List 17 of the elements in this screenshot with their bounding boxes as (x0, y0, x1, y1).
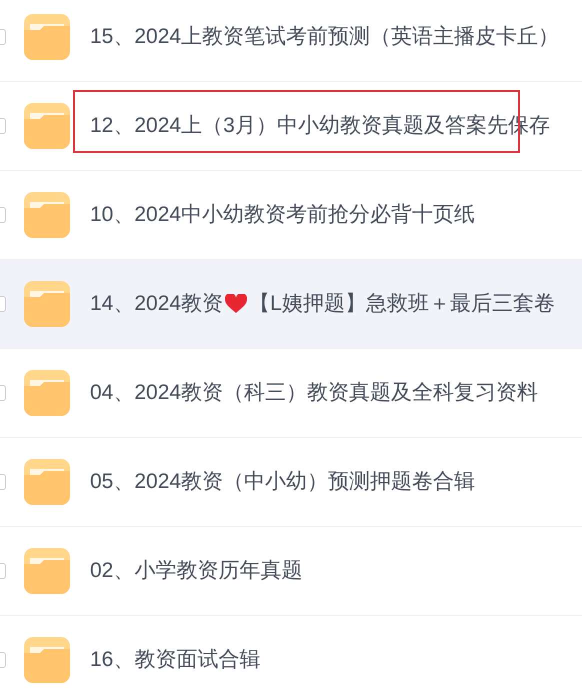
folder-name: 02、小学教资历年真题 (90, 558, 302, 584)
folder-icon (24, 14, 70, 60)
folder-name: 05、2024教资（中小幼）预测押题卷合辑 (90, 469, 476, 496)
folder-icon (24, 637, 70, 683)
folder-icon (24, 192, 70, 238)
folder-icon (24, 281, 70, 327)
folder-name: 04、2024教资（科三）教资真题及全科复习资料 (90, 380, 538, 406)
folder-icon (24, 370, 70, 416)
folder-name: 10、2024中小幼教资考前抢分必背十页纸 (90, 202, 476, 228)
folder-name: 14、2024教资 (90, 291, 224, 318)
folder-name: 【L姨押题】急救班＋最后三套卷 (249, 291, 555, 318)
folder-icon (24, 459, 70, 505)
folder-icon (24, 103, 70, 149)
folder-name: 15、2024上教资笔试考前预测（英语主播皮卡丘） (90, 24, 560, 50)
folder-row[interactable]: 14、2024教资 【L姨押题】急救班＋最后三套卷 (0, 260, 582, 349)
folder-icon (24, 548, 70, 594)
folder-name: 16、教资面试合辑 (90, 647, 260, 674)
